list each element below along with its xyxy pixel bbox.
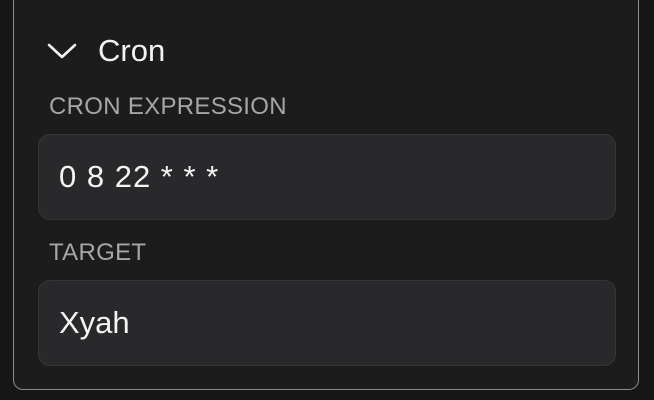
target-label: TARGET [49, 239, 147, 266]
chevron-down-icon[interactable] [46, 41, 78, 61]
cron-expression-label: CRON EXPRESSION [49, 93, 287, 120]
cron-section-header[interactable]: Cron [46, 30, 165, 72]
cron-expression-field[interactable]: 0 8 22 * * * [38, 134, 616, 220]
section-title: Cron [98, 33, 166, 68]
target-field[interactable]: Xyah [38, 280, 616, 366]
